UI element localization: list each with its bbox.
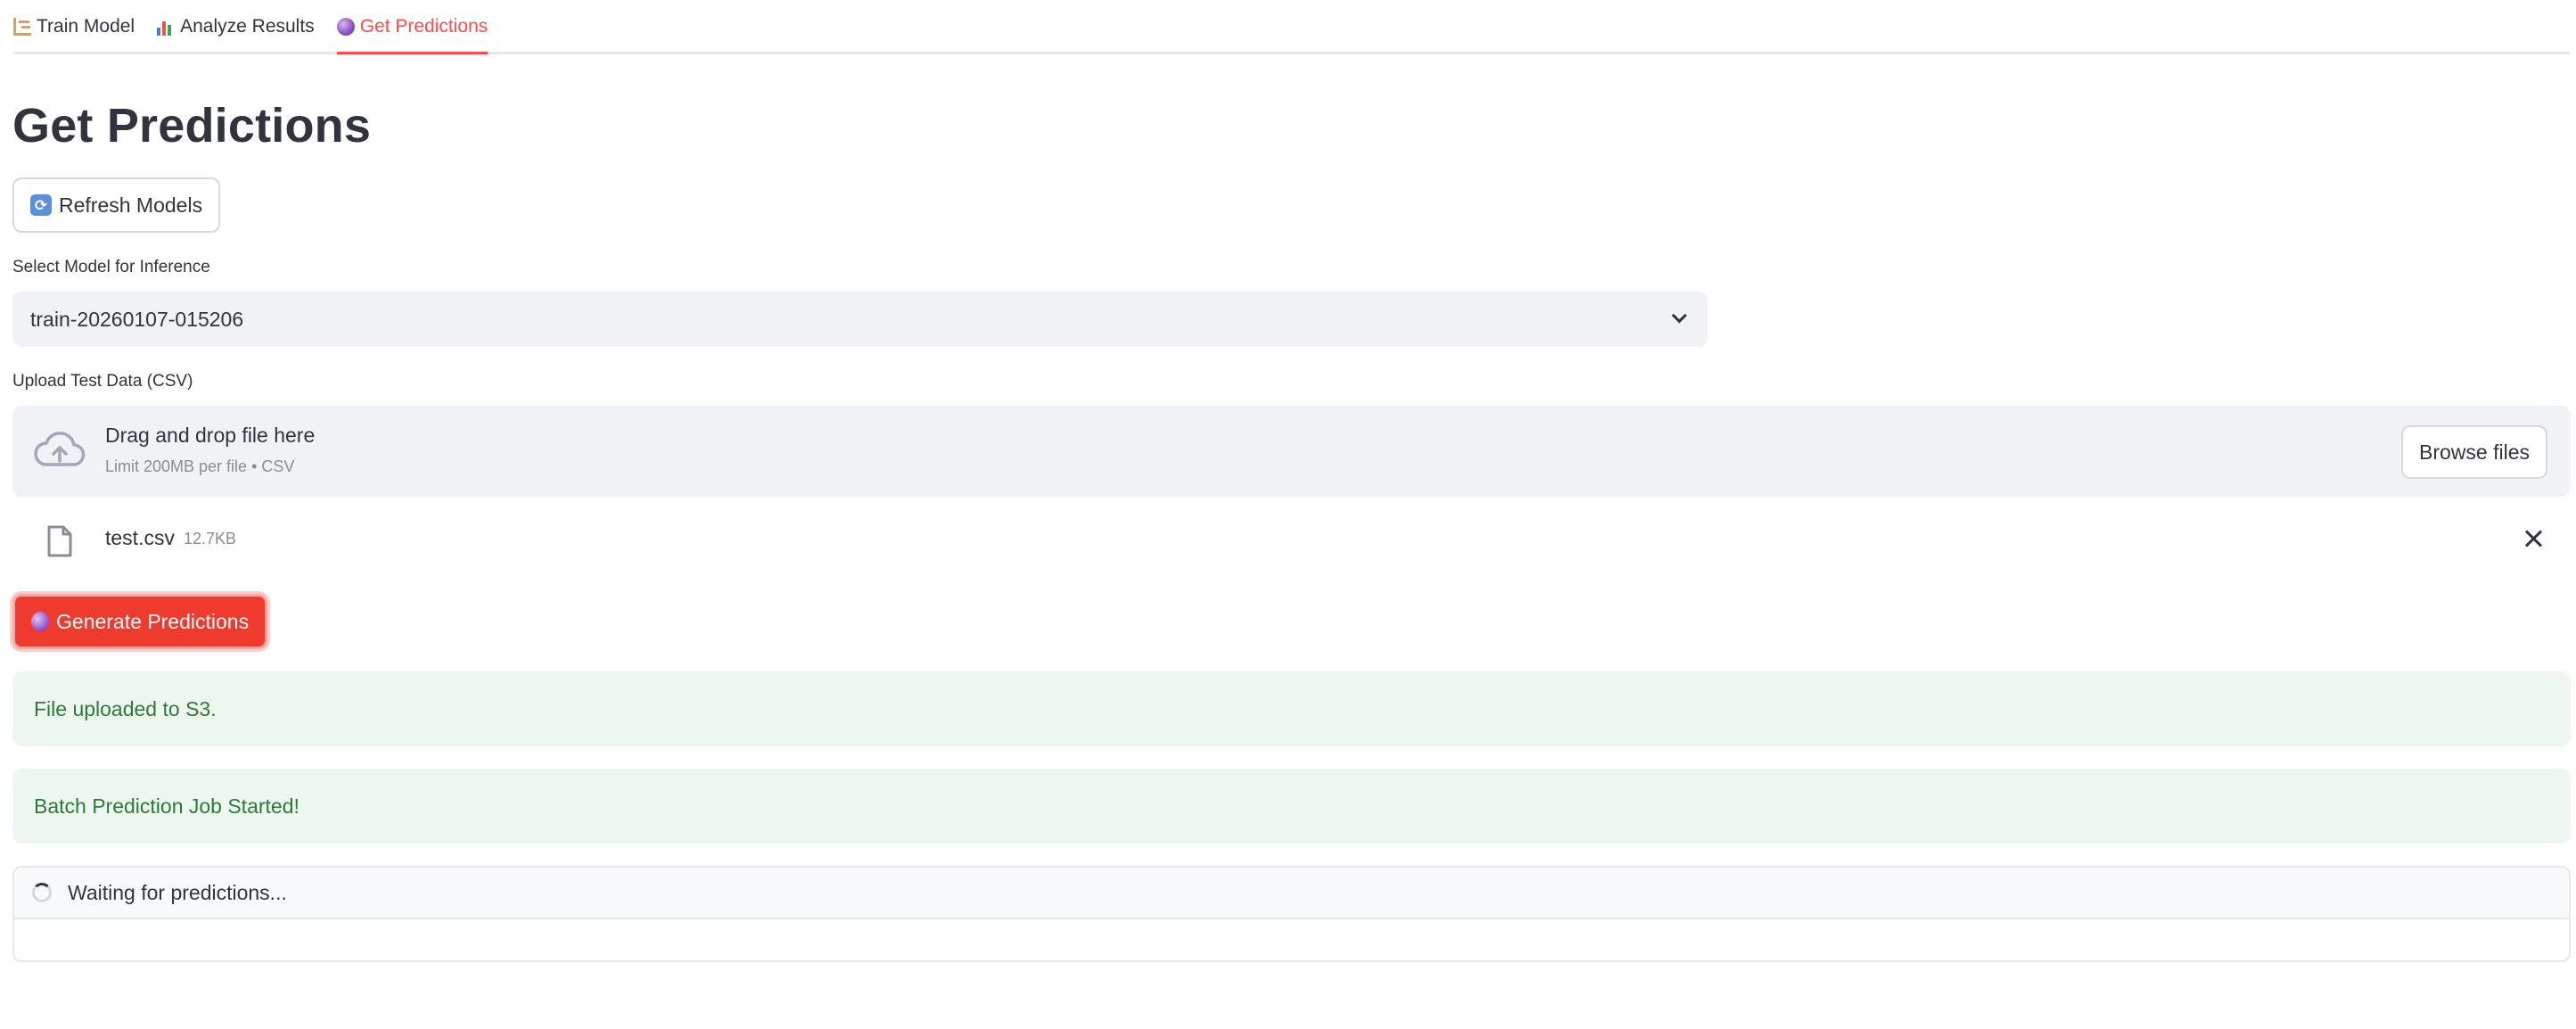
model-select-value: train-20260107-015206 [30, 307, 244, 331]
uploaded-file-row: test.csv 12.7KB [12, 517, 2571, 564]
bar-chart-icon [157, 18, 175, 36]
upload-label: Upload Test Data (CSV) [12, 372, 193, 391]
spinner-icon [32, 883, 52, 902]
tab-analyze-results[interactable]: Analyze Results [157, 0, 315, 52]
alert-text: File uploaded to S3. [34, 696, 217, 720]
file-dropzone[interactable]: Drag and drop file here Limit 200MB per … [12, 406, 2571, 497]
training-icon [13, 18, 31, 36]
browse-files-button[interactable]: Browse files [2401, 425, 2547, 479]
dropzone-title: Drag and drop file here [105, 424, 316, 447]
tab-label: Train Model [37, 16, 135, 37]
tab-label: Get Predictions [359, 16, 488, 37]
tab-bar: Train Model Analyze Results Get Predicti… [13, 0, 2570, 54]
close-icon[interactable] [2521, 526, 2546, 551]
tab-train-model[interactable]: Train Model [13, 0, 135, 52]
generate-button-label: Generate Predictions [56, 609, 250, 633]
generate-predictions-button[interactable]: Generate Predictions [12, 594, 268, 649]
chevron-down-icon [1671, 308, 1687, 324]
refresh-models-button[interactable]: ⟳ Refresh Models [12, 177, 221, 233]
refresh-icon: ⟳ [30, 194, 52, 216]
file-size: 12.7KB [184, 530, 237, 547]
status-container: Waiting for predictions... [12, 866, 2571, 962]
dropzone-limit: Limit 200MB per file • CSV [105, 457, 295, 475]
model-select-label: Select Model for Inference [12, 258, 210, 276]
model-select[interactable]: train-20260107-015206 [12, 292, 1708, 347]
status-text: Waiting for predictions... [68, 880, 287, 904]
tab-label: Analyze Results [180, 16, 315, 37]
tab-get-predictions[interactable]: Get Predictions [336, 0, 488, 54]
refresh-button-label: Refresh Models [59, 193, 203, 217]
success-alert-job-started: Batch Prediction Job Started! [12, 769, 2571, 844]
status-header: Waiting for predictions... [14, 868, 2569, 919]
file-icon [47, 525, 72, 557]
cloud-upload-icon [34, 432, 86, 466]
file-name: test.csv [105, 526, 175, 549]
app-page: Train Model Analyze Results Get Predicti… [0, 0, 2576, 1029]
crystal-ball-icon [336, 18, 355, 36]
crystal-ball-icon [31, 612, 49, 631]
alert-text: Batch Prediction Job Started! [34, 794, 299, 818]
success-alert-upload: File uploaded to S3. [12, 671, 2571, 746]
page-title: Get Predictions [12, 99, 372, 152]
